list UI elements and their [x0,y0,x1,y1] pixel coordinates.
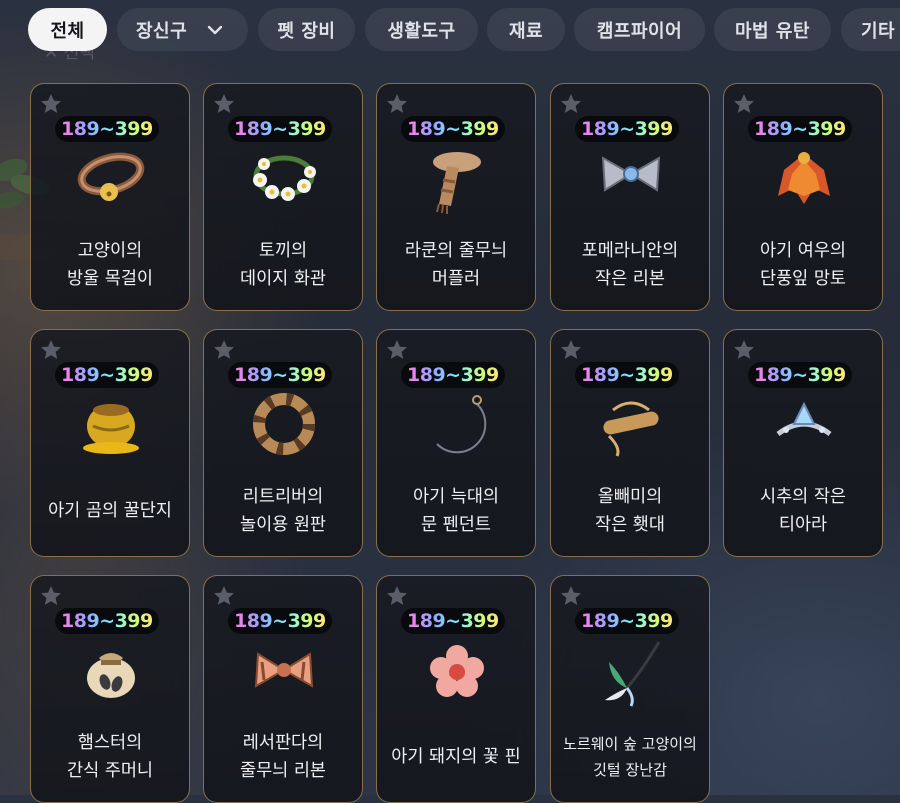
item-card[interactable]: 189~399 레서판다의 줄무늬 리본 [203,575,363,803]
feather-toy-icon [605,641,661,707]
level-range-badge: 189~399 [228,608,332,634]
favorite-star-icon[interactable] [39,584,63,608]
honey-pot-icon [83,404,139,454]
item-card[interactable]: 189~399 햄스터의 간식 주머니 [30,575,190,803]
filter-chip-pet-gear[interactable]: 펫 장비 [258,8,355,51]
category-filter-bar: 전체 장신구 펫 장비 생활도구 재료 캠프파이어 마법 유탄 기타 [0,0,900,60]
favorite-star-icon[interactable] [559,584,583,608]
play-ring-icon [253,393,315,455]
favorite-star-icon[interactable] [212,584,236,608]
favorite-star-icon[interactable] [212,338,236,362]
item-card[interactable]: 189~399 아기 여우의 단풍잎 망토 [723,83,883,311]
moon-pendant-icon [436,395,487,454]
level-range-badge: 189~399 [575,608,679,634]
item-name: 햄스터의 간식 주머니 [66,733,154,781]
item-card[interactable]: 189~399 시추의 작은 티아라 [723,329,883,557]
level-range-badge: 189~399 [575,116,679,142]
item-name: 아기 곰의 꿀단지 [48,501,172,521]
item-card[interactable]: 189~399 노르웨이 숲 고양이의 깃털 장난감 [550,575,710,803]
filter-chip-magic-grenade[interactable]: 마법 유탄 [714,8,831,51]
item-card[interactable]: 189~399 아기 곰의 꿀단지 [30,329,190,557]
favorite-star-icon[interactable] [385,92,409,116]
favorite-star-icon[interactable] [732,338,756,362]
level-range-badge: 189~399 [401,608,505,634]
striped-muffler-icon [433,152,481,214]
filter-chip-etc[interactable]: 기타 [841,8,900,51]
filter-chip-all[interactable]: 전체 [28,8,107,51]
chevron-down-icon[interactable] [207,22,223,38]
item-card[interactable]: 189~399 고양이의 방울 목걸이 [30,83,190,311]
filter-chip-accessories[interactable]: 장신구 [117,8,248,51]
item-card[interactable]: 189~399 포메라니안의 작은 리본 [550,83,710,311]
item-name: 라쿤의 줄무늬 머플러 [404,241,508,289]
item-card[interactable]: 189~399 아기 늑대의 문 펜던트 [376,329,536,557]
favorite-star-icon[interactable] [559,338,583,362]
level-range-badge: 189~399 [748,116,852,142]
item-name: 레서판다의 줄무늬 리본 [239,733,327,781]
item-name: 아기 여우의 단풍잎 망토 [759,241,847,289]
favorite-star-icon[interactable] [559,92,583,116]
filter-chip-campfire[interactable]: 캠프파이어 [574,8,705,51]
maple-cloak-icon [778,152,830,204]
item-card[interactable]: 189~399 아기 돼지의 꽃 핀 [376,575,536,803]
item-name: 고양이의 방울 목걸이 [66,241,154,289]
level-range-badge: 189~399 [228,116,332,142]
item-card[interactable]: 189~399 리트리버의 놀이용 원판 [203,329,363,557]
item-name: 시추의 작은 티아라 [759,487,847,535]
level-range-badge: 189~399 [228,362,332,388]
item-name: 토끼의 데이지 화관 [239,241,327,289]
level-range-badge: 189~399 [55,362,159,388]
level-range-badge: 189~399 [55,608,159,634]
perch-icon [603,401,659,457]
level-range-badge: 189~399 [575,362,679,388]
item-name: 아기 늑대의 문 펜던트 [412,487,500,535]
level-range-badge: 189~399 [748,362,852,388]
item-card[interactable]: 189~399 올빼미의 작은 횃대 [550,329,710,557]
favorite-star-icon[interactable] [385,338,409,362]
favorite-star-icon[interactable] [39,92,63,116]
snack-pouch-icon [87,653,135,698]
item-name: 포메라니안의 작은 리본 [581,241,679,289]
daisy-wreath-icon [253,155,316,201]
tiara-icon [776,401,832,437]
filter-chip-materials[interactable]: 재료 [487,8,565,51]
level-range-badge: 189~399 [401,116,505,142]
favorite-star-icon[interactable] [732,92,756,116]
item-card[interactable]: 189~399 라쿤의 줄무늬 머플러 [376,83,536,311]
item-name: 노르웨이 숲 고양이의 깃털 장난감 [563,735,697,779]
striped-ribbon-icon [254,652,314,688]
favorite-star-icon[interactable] [39,338,63,362]
item-name: 리트리버의 놀이용 원판 [239,487,327,535]
flower-pin-icon [430,645,484,697]
favorite-star-icon[interactable] [385,584,409,608]
item-card[interactable]: 189~399 토끼의 데이지 화관 [203,83,363,311]
item-name: 올빼미의 작은 횃대 [595,487,665,535]
level-range-badge: 189~399 [401,362,505,388]
filter-chip-life-tools[interactable]: 생활도구 [365,8,478,51]
level-range-badge: 189~399 [55,116,159,142]
favorite-star-icon[interactable] [212,92,236,116]
small-ribbon-icon [601,156,661,192]
item-name: 아기 돼지의 꽃 핀 [391,747,521,767]
bell-collar-icon [77,152,145,201]
